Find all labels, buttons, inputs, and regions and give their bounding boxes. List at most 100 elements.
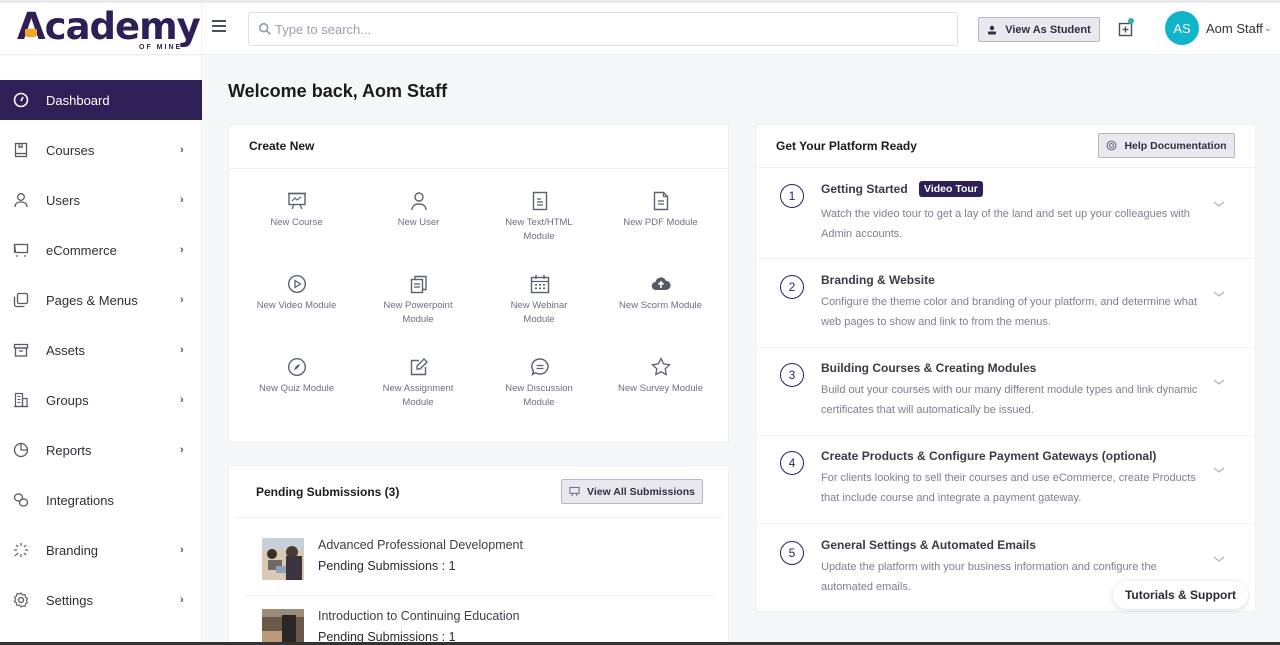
new-quiz-module-button[interactable]: New Quiz Module xyxy=(236,357,357,396)
sidebar-item-pages-menus[interactable]: Pages & Menus › xyxy=(0,280,202,320)
help-documentation-button[interactable]: Help Documentation xyxy=(1098,133,1235,158)
new-video-module-button[interactable]: New Video Module xyxy=(236,274,357,313)
new-pdf-module-button[interactable]: New PDF Module xyxy=(600,191,721,230)
logo-subtext: OF MINE xyxy=(139,44,183,51)
step-title: Getting Started xyxy=(821,182,908,196)
course-thumbnail xyxy=(262,538,304,580)
new-assignment-module-button[interactable]: New Assignment Module xyxy=(358,357,479,410)
view-all-submissions-label: View All Submissions xyxy=(587,485,695,498)
dashboard-gauge-icon xyxy=(13,92,29,108)
submission-count: Pending Submissions : 1 xyxy=(318,559,456,573)
new-scorm-module-button[interactable]: New Scorm Module xyxy=(600,274,721,313)
chevron-right-icon: › xyxy=(180,544,184,556)
new-survey-module-button[interactable]: New Survey Module xyxy=(600,357,721,396)
view-as-student-label: View As Student xyxy=(1005,23,1091,36)
create-item-label: New Powerpoint Module xyxy=(383,300,453,325)
sidebar-item-label: Settings xyxy=(46,592,93,608)
submission-course-title: Introduction to Continuing Education xyxy=(318,609,520,623)
new-user-button[interactable]: New User xyxy=(358,191,479,230)
chevron-down-icon[interactable] xyxy=(1212,289,1226,299)
chevron-right-icon: › xyxy=(180,594,184,606)
new-discussion-module-button[interactable]: New Discussion Module xyxy=(479,357,600,410)
building-icon xyxy=(14,392,28,408)
setup-step-building-courses[interactable]: 3 Building Courses & Creating Modules Bu… xyxy=(756,347,1256,435)
sidebar-item-dashboard[interactable]: Dashboard xyxy=(0,80,202,120)
chevron-right-icon: › xyxy=(180,244,184,256)
create-item-label: New Scorm Module xyxy=(619,300,702,311)
chevron-down-icon[interactable] xyxy=(1212,554,1226,564)
user-icon xyxy=(14,193,28,208)
sidebar-item-groups[interactable]: Groups › xyxy=(0,380,202,420)
play-circle-icon xyxy=(287,274,306,294)
chevron-down-icon[interactable]: ⌄ xyxy=(1264,23,1272,34)
sidebar-item-label: Reports xyxy=(46,442,92,458)
header: Academy OF MINE View As Student AS Aom S… xyxy=(0,3,1280,55)
logo-text: Academy xyxy=(17,5,201,48)
step-number: 4 xyxy=(780,451,804,475)
sidebar-item-label: eCommerce xyxy=(46,242,117,258)
divider xyxy=(244,595,716,596)
sidebar-item-branding[interactable]: Branding › xyxy=(0,530,202,570)
chat-icon xyxy=(530,358,549,377)
presentation-icon xyxy=(287,192,306,210)
new-powerpoint-module-button[interactable]: New Powerpoint Module xyxy=(358,274,479,327)
sidebar-item-users[interactable]: Users › xyxy=(0,180,202,220)
tutorials-support-button[interactable]: Tutorials & Support xyxy=(1113,581,1248,609)
step-number: 2 xyxy=(780,275,804,299)
pending-submission-item[interactable]: Advanced Professional Development Pendin… xyxy=(262,538,712,582)
video-tour-badge[interactable]: Video Tour xyxy=(919,181,983,197)
search-icon xyxy=(258,22,271,35)
setup-step-getting-started[interactable]: 1 Getting Started Video Tour Watch the v… xyxy=(756,168,1256,258)
chevron-down-icon[interactable] xyxy=(1212,465,1226,475)
step-description: For clients looking to sell their course… xyxy=(821,472,1196,504)
chevron-right-icon: › xyxy=(180,194,184,206)
step-description: Configure the theme color and branding o… xyxy=(821,296,1198,328)
chevron-right-icon: › xyxy=(180,444,184,456)
create-item-label: New Text/HTML Module xyxy=(505,217,573,242)
chevron-right-icon: › xyxy=(180,344,184,356)
gear-icon xyxy=(13,592,29,608)
create-new-card: Create New New Course New User New Text/… xyxy=(228,124,729,443)
search-input[interactable] xyxy=(275,13,945,45)
sidebar-item-label: Pages & Menus xyxy=(46,292,138,308)
sidebar-item-assets[interactable]: Assets › xyxy=(0,330,202,370)
setup-step-products-payments[interactable]: 4 Create Products & Configure Payment Ga… xyxy=(756,435,1256,523)
submission-course-title: Advanced Professional Development xyxy=(318,538,523,552)
create-item-label: New Webinar Module xyxy=(510,300,568,325)
pending-submission-item[interactable]: Introduction to Continuing Education Pen… xyxy=(262,609,712,645)
view-all-submissions-button[interactable]: View All Submissions xyxy=(561,479,703,504)
new-webinar-module-button[interactable]: New Webinar Module xyxy=(479,274,600,327)
new-course-button[interactable]: New Course xyxy=(236,191,357,230)
hamburger-menu-icon[interactable] xyxy=(212,20,226,34)
create-item-label: New Survey Module xyxy=(617,383,703,394)
sidebar-item-label: Assets xyxy=(46,342,86,358)
chevron-down-icon[interactable] xyxy=(1212,199,1226,209)
sidebar-item-settings[interactable]: Settings › xyxy=(0,580,202,620)
chevron-right-icon: › xyxy=(180,294,184,306)
sidebar-item-ecommerce[interactable]: eCommerce › xyxy=(0,230,202,270)
step-number: 3 xyxy=(780,363,804,387)
sidebar-item-courses[interactable]: Courses › xyxy=(0,130,202,170)
view-as-student-button[interactable]: View As Student xyxy=(978,17,1100,42)
pie-chart-icon xyxy=(13,442,29,458)
sidebar-item-integrations[interactable]: Integrations xyxy=(0,480,202,520)
sidebar-item-label: Branding xyxy=(46,542,99,558)
lifebuoy-icon xyxy=(1107,140,1117,151)
star-icon xyxy=(650,357,671,376)
link-icon xyxy=(13,493,29,507)
user-icon xyxy=(988,25,997,34)
academy-logo[interactable]: Academy OF MINE xyxy=(17,5,201,51)
sidebar-item-reports[interactable]: Reports › xyxy=(0,430,202,470)
notification-dot xyxy=(1128,18,1134,24)
chevron-down-icon[interactable] xyxy=(1212,377,1226,387)
new-text-html-module-button[interactable]: New Text/HTML Module xyxy=(479,191,600,244)
pages-icon xyxy=(13,292,29,308)
logo-book-icon xyxy=(25,29,37,37)
setup-step-branding[interactable]: 2 Branding & Website Configure the theme… xyxy=(756,259,1256,347)
search-box[interactable] xyxy=(248,12,958,46)
card-title: Create New xyxy=(249,139,315,153)
user-name[interactable]: Aom Staff xyxy=(1206,21,1263,36)
avatar[interactable]: AS xyxy=(1165,11,1199,45)
text-document-icon xyxy=(532,191,547,211)
slides-icon xyxy=(410,275,427,294)
